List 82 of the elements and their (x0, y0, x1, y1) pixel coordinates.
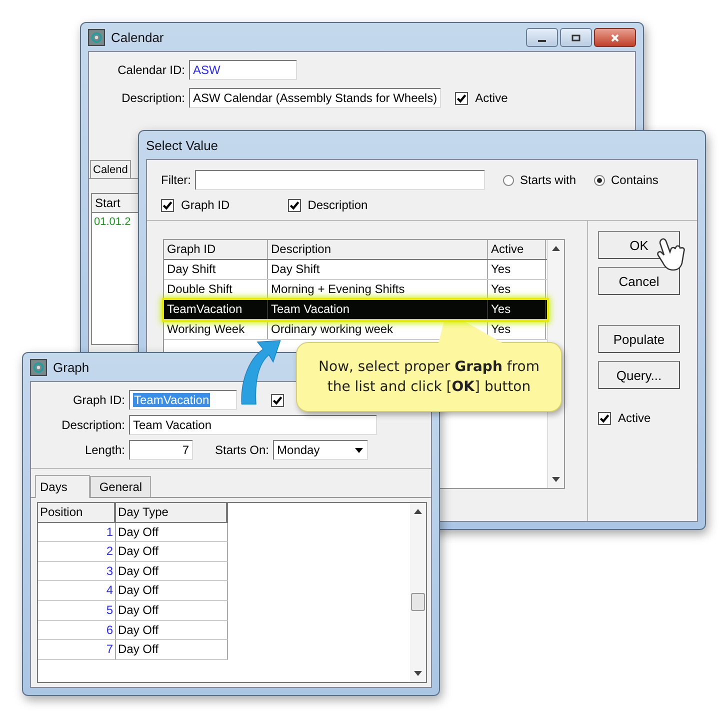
dropdown-arrow-icon (355, 448, 364, 453)
table-cell: 2 (38, 542, 116, 562)
table-cell: Day Off (116, 620, 228, 640)
tab[interactable]: Days (35, 475, 90, 498)
checkbox-label: Description (308, 198, 368, 212)
scrollbar[interactable] (410, 503, 426, 682)
field-label: Graph ID: (72, 393, 125, 407)
close-icon (610, 32, 620, 42)
table-cell: Day Off (116, 581, 228, 601)
table-cell: Team Vacation (268, 300, 488, 319)
field-label: Calendar ID: (116, 63, 185, 77)
radio-label: Contains (611, 173, 658, 187)
table-cell: Day Off (116, 522, 228, 542)
checkbox[interactable] (455, 92, 468, 104)
dialog-button[interactable]: Query... (598, 361, 680, 389)
field-label: Description: (60, 418, 125, 432)
window-title: Graph (53, 360, 90, 374)
table-cell: Yes (488, 260, 546, 279)
checkbox-label: Active (618, 411, 651, 425)
table-cell: Day Off (116, 562, 228, 582)
minimize-icon (538, 40, 546, 42)
scroll-up-icon[interactable] (552, 246, 560, 251)
table-cell: Day Shift (268, 260, 488, 279)
checkbox[interactable] (271, 394, 284, 406)
starts-on-dropdown[interactable]: Monday (273, 440, 368, 460)
app-icon (30, 358, 47, 376)
field-label: Starts On: (215, 443, 270, 457)
field-label: Filter: (161, 173, 191, 187)
radio-button[interactable] (594, 174, 606, 186)
table-cell: Yes (488, 300, 546, 319)
dialog-button[interactable]: Populate (598, 325, 680, 353)
checkbox[interactable] (288, 198, 301, 212)
app-icon (88, 28, 105, 46)
column-header: Graph ID (164, 240, 268, 259)
scroll-down-icon[interactable] (552, 477, 560, 482)
table-cell: 4 (38, 581, 116, 601)
window-title: Select Value (146, 138, 218, 152)
checkbox[interactable] (598, 412, 611, 424)
field-label: Description: (120, 91, 185, 105)
selected-text: TeamVacation (133, 393, 210, 407)
length-field[interactable]: 7 (129, 440, 193, 460)
table-cell: TeamVacation (164, 300, 268, 319)
scroll-thumb[interactable] (411, 593, 425, 611)
tab[interactable]: Calend (90, 160, 131, 178)
radio-button[interactable] (503, 174, 514, 186)
table-row[interactable]: Day Shift Day Shift Yes (164, 260, 547, 280)
checkbox[interactable] (161, 198, 174, 212)
column-header: Active (488, 240, 546, 259)
table-cell: 6 (38, 620, 116, 640)
scroll-down-icon[interactable] (414, 671, 422, 676)
filter-field[interactable] (195, 170, 485, 190)
column-header: Position (38, 503, 116, 523)
column-header: Description (268, 240, 488, 259)
column-header: Day Type (116, 503, 228, 523)
maximize-button[interactable] (560, 28, 592, 47)
checkbox-label: Graph ID (181, 198, 230, 212)
minimize-button[interactable] (526, 28, 558, 47)
table-cell: 1 (38, 522, 116, 542)
dialog-button[interactable]: Cancel (598, 267, 680, 295)
table-cell: Day Shift (164, 260, 268, 279)
field-label: Length: (84, 443, 125, 457)
table-cell: 3 (38, 562, 116, 582)
table-cell: Working Week (164, 320, 268, 339)
calendar-id-field[interactable]: ASW (189, 60, 297, 80)
callout-text: Now, select proper Graph from the list and click [OK] button (318, 358, 540, 397)
table-cell: 7 (38, 640, 116, 660)
table-row[interactable]: TeamVacation Team Vacation Yes (164, 300, 547, 320)
checkbox-label: Active (475, 91, 508, 105)
table-cell: 5 (38, 600, 116, 621)
tab[interactable]: General (90, 476, 152, 497)
table-cell: Day Off (116, 640, 228, 660)
scroll-up-icon[interactable] (414, 509, 422, 514)
close-button[interactable] (594, 28, 636, 47)
radio-label: Starts with (520, 173, 576, 187)
table-cell: Day Off (116, 600, 228, 621)
description-field[interactable]: Team Vacation (129, 415, 377, 435)
table-cell-text: 01.01.2 (93, 215, 132, 230)
window-title: Calendar (111, 30, 164, 44)
maximize-icon (571, 32, 581, 42)
table-cell: Day Off (116, 542, 228, 562)
description-field[interactable]: ASW Calendar (Assembly Stands for Wheels) (189, 88, 442, 108)
column-header: Start (92, 194, 138, 213)
